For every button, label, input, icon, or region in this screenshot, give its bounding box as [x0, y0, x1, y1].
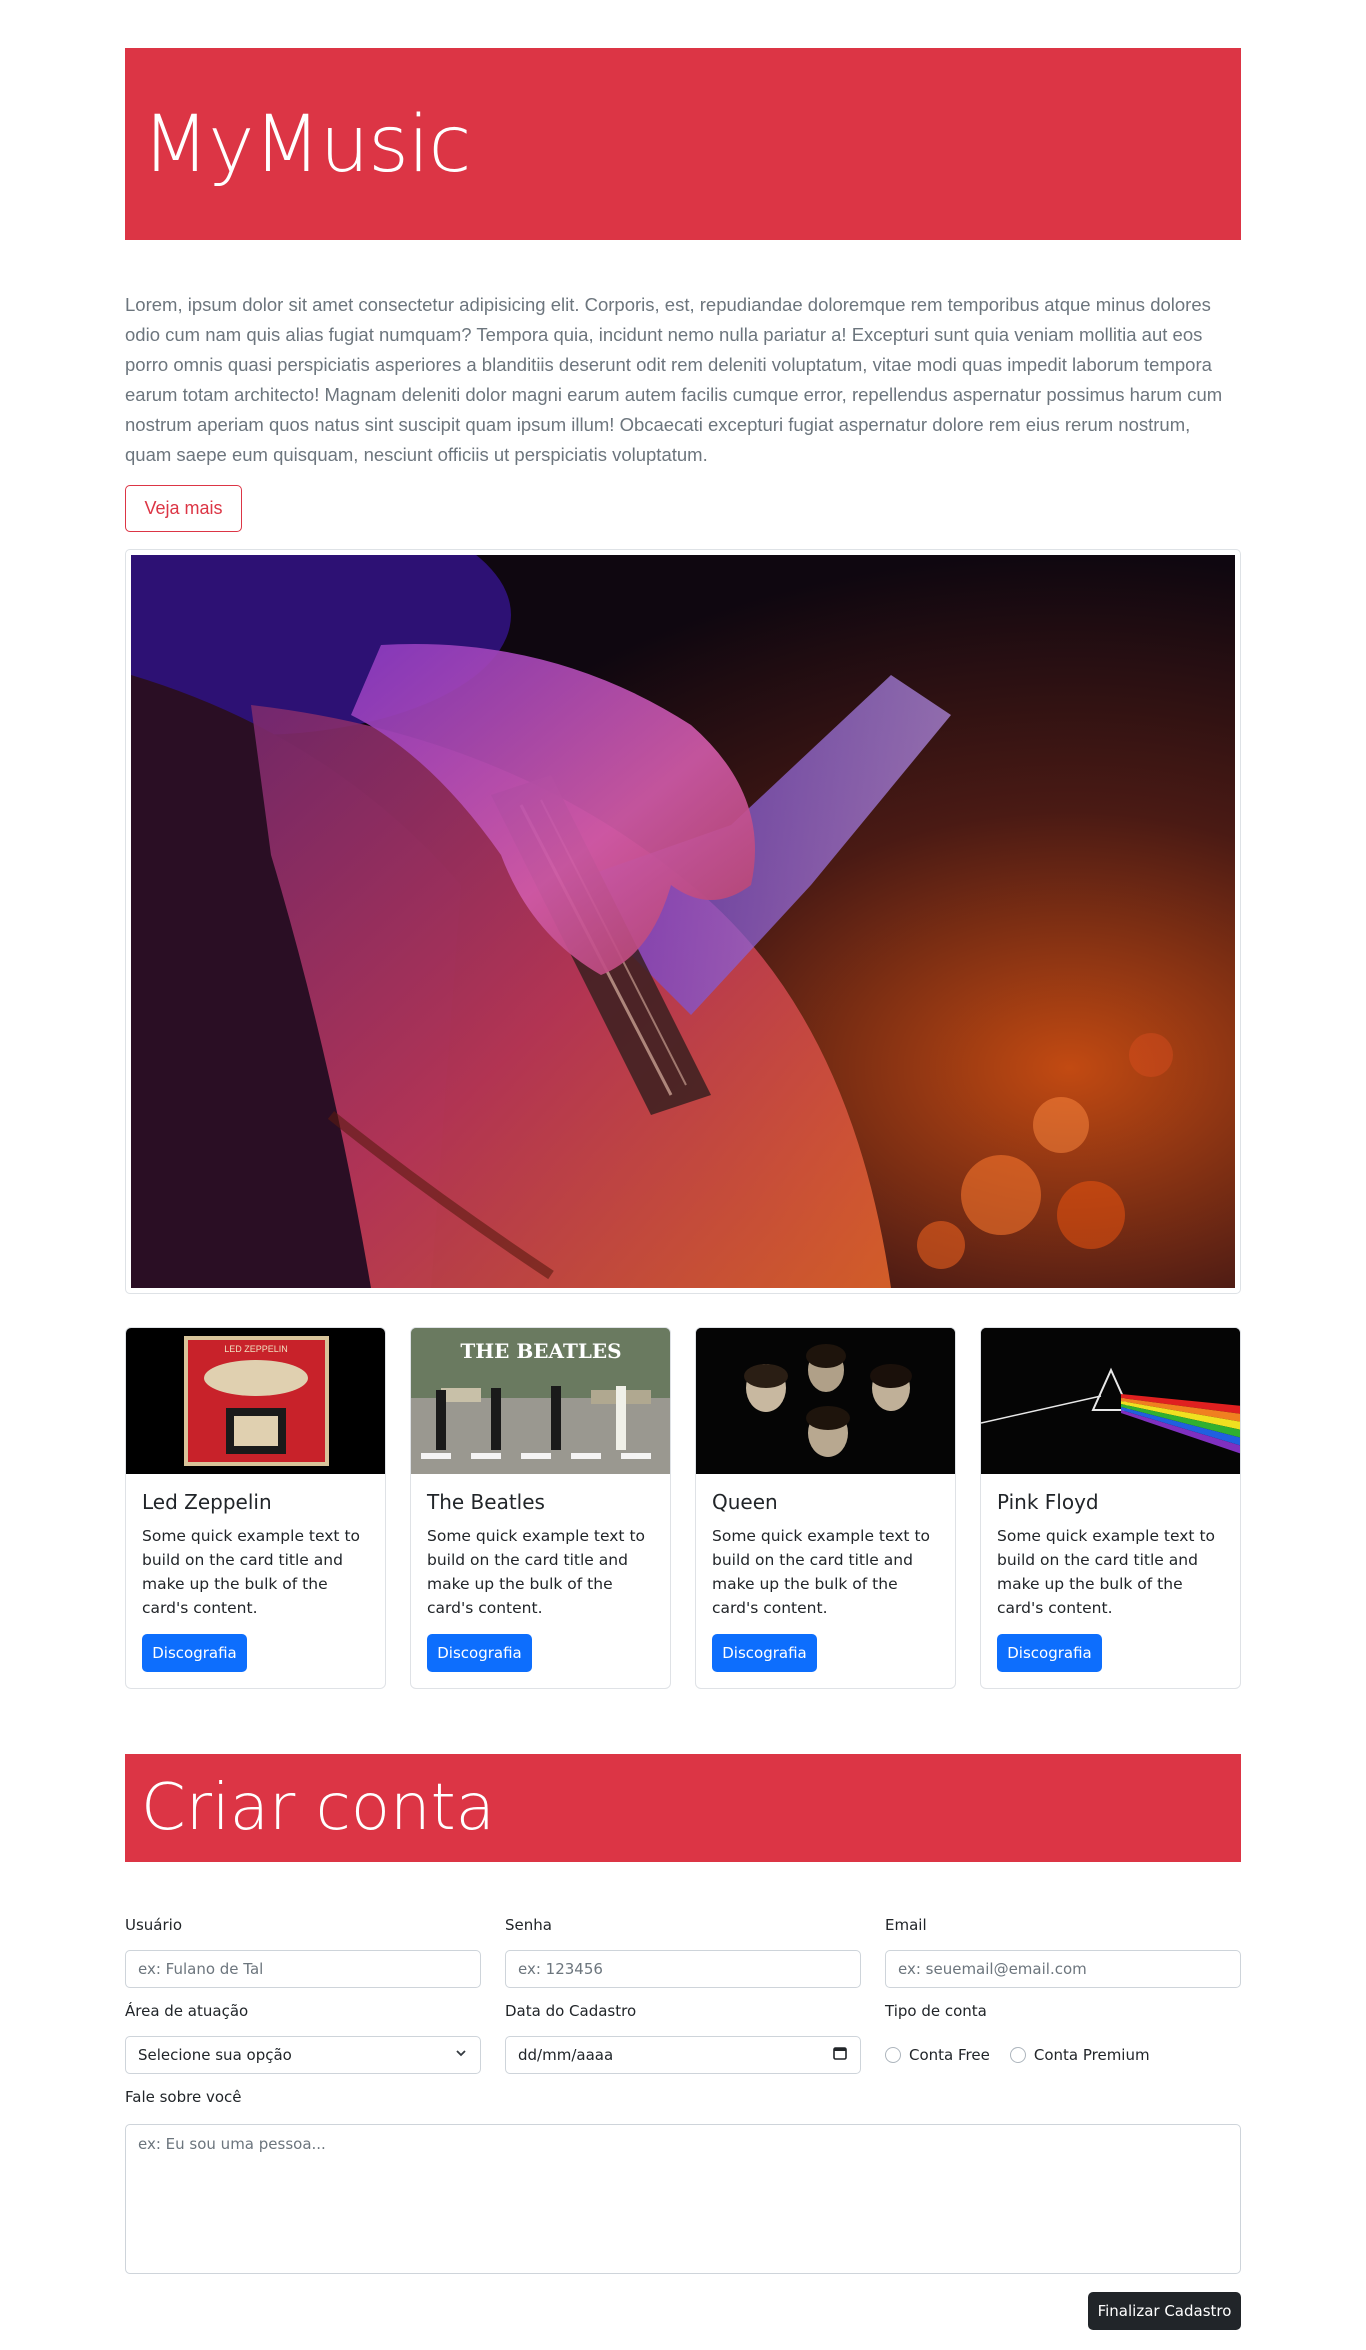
radio-free[interactable]: Conta Free	[885, 2046, 990, 2064]
about-label: Fale sobre você	[125, 2088, 242, 2106]
calendar-icon[interactable]	[832, 2045, 848, 2065]
date-input[interactable]: dd/mm/aaaa	[505, 2036, 861, 2074]
queen-album-image	[696, 1328, 955, 1474]
email-input[interactable]: ex: seuemail@email.com	[885, 1950, 1241, 1988]
intro-text: Lorem, ipsum dolor sit amet consectetur …	[125, 294, 1223, 465]
password-group: Senha ex: 123456	[505, 1914, 861, 1988]
card-the-beatles: THE BEATLES The Beatles Some quick examp…	[410, 1327, 671, 1689]
signup-jumbotron: Criar conta	[125, 1754, 1241, 1862]
password-input[interactable]: ex: 123456	[505, 1950, 861, 1988]
card-title: Pink Floyd	[997, 1490, 1099, 1514]
area-select[interactable]: Selecione sua opção	[125, 2036, 481, 2074]
discography-button[interactable]: Discografia	[142, 1634, 247, 1672]
password-label: Senha	[505, 1916, 552, 1934]
card-pink-floyd: Pink Floyd Some quick example text to bu…	[980, 1327, 1241, 1689]
area-label: Área de atuação	[125, 2002, 249, 2020]
email-label: Email	[885, 1916, 927, 1934]
date-group: Data do Cadastro dd/mm/aaaa	[505, 2000, 861, 2074]
area-group: Área de atuação Selecione sua opção	[125, 2000, 481, 2074]
card-text: Some quick example text to build on the …	[142, 1527, 360, 1617]
radio-circle[interactable]	[885, 2047, 901, 2063]
username-label: Usuário	[125, 1916, 183, 1934]
site-title: MyMusic	[142, 100, 471, 190]
radio-circle[interactable]	[1009, 2047, 1026, 2063]
username-group: Usuário ex: Fulano de Tal	[125, 1914, 481, 1988]
card-title: Queen	[712, 1490, 778, 1514]
bands-card-row: LED ZEPPELIN Led Zeppelin Some quick exa…	[125, 1327, 1241, 1689]
radio-premium[interactable]: Conta Premium	[1009, 2046, 1150, 2064]
header-jumbotron: MyMusic	[125, 48, 1241, 240]
card-led-zeppelin: LED ZEPPELIN Led Zeppelin Some quick exa…	[125, 1327, 386, 1689]
about-textarea[interactable]: ex: Eu sou uma pessoa...	[125, 2124, 1241, 2274]
pink-floyd-album-image	[981, 1328, 1240, 1474]
card-text: Some quick example text to build on the …	[712, 1527, 930, 1617]
card-text: Some quick example text to build on the …	[997, 1527, 1215, 1617]
card-text: Some quick example text to build on the …	[427, 1527, 645, 1617]
card-title: Led Zeppelin	[142, 1490, 272, 1514]
the-beatles-album-image: THE BEATLES	[411, 1328, 670, 1474]
card-title: The Beatles	[427, 1490, 545, 1514]
email-group: Email ex: seuemail@email.com	[885, 1914, 1241, 1988]
submit-button[interactable]: Finalizar Cadastro	[1088, 2292, 1241, 2330]
chevron-down-icon	[454, 2046, 468, 2064]
led-zeppelin-logo-text: LED ZEPPELIN	[224, 1344, 288, 1354]
account-type-group: Tipo de conta Conta Free Conta Premium	[885, 2000, 1241, 2074]
see-more-button[interactable]: Veja mais	[125, 485, 242, 532]
discography-button[interactable]: Discografia	[997, 1634, 1102, 1672]
beatles-logo-text: THE BEATLES	[460, 1339, 621, 1363]
hero-image-frame	[125, 549, 1241, 1294]
led-zeppelin-album-image: LED ZEPPELIN	[126, 1328, 385, 1474]
date-label: Data do Cadastro	[505, 2002, 637, 2020]
account-type-label: Tipo de conta	[885, 2002, 987, 2020]
guitar-photo	[131, 555, 1235, 1288]
card-queen: Queen Some quick example text to build o…	[695, 1327, 956, 1689]
about-group: Fale sobre você	[125, 2086, 481, 2122]
discography-button[interactable]: Discografia	[427, 1634, 532, 1672]
signup-title: Criar conta	[141, 1771, 495, 1845]
discography-button[interactable]: Discografia	[712, 1634, 817, 1672]
username-input[interactable]: ex: Fulano de Tal	[125, 1950, 481, 1988]
